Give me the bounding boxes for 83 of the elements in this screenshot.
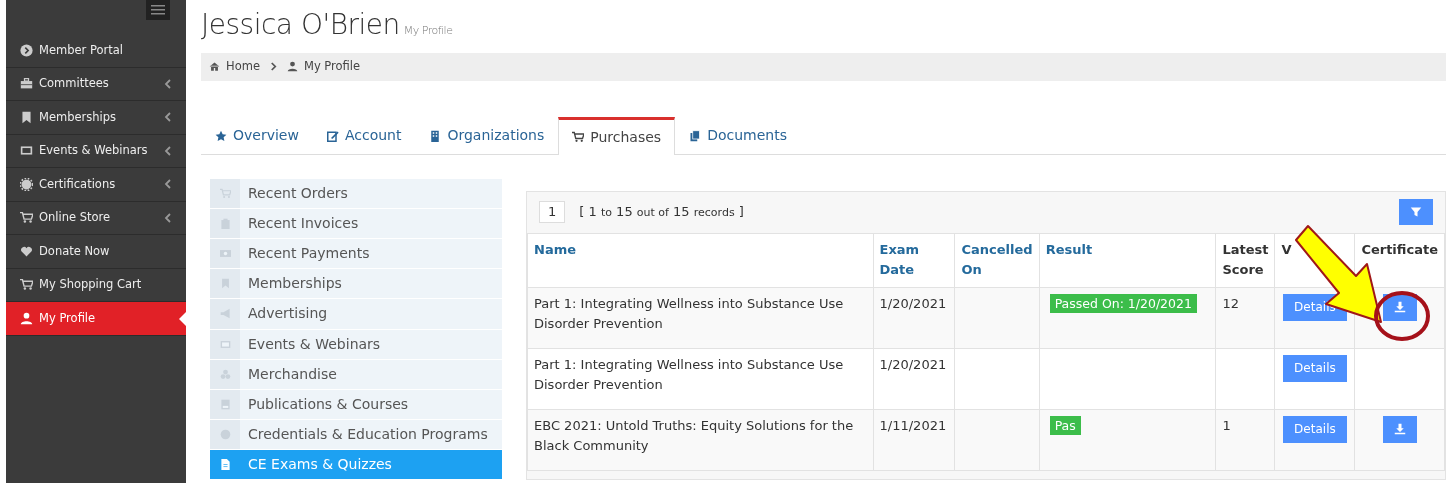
- cubes-icon: [219, 368, 231, 380]
- tab[interactable]: Organizations: [415, 116, 559, 154]
- sidebar-item[interactable]: Memberships: [6, 101, 186, 135]
- home-icon: [209, 61, 220, 73]
- filter-icon: [1410, 206, 1422, 219]
- sidebar-item[interactable]: Member Portal: [6, 34, 186, 68]
- menu-item[interactable]: Merchandise: [210, 359, 502, 390]
- result-status: Passed On: 1/20/2021: [1049, 293, 1197, 313]
- breadcrumb-link[interactable]: My Profile: [303, 57, 361, 76]
- document-icon: [219, 459, 231, 471]
- tab[interactable]: Purchases: [558, 116, 676, 155]
- table-cell: EBC 2021: Untold Truths: Equity Solutions for the Black Community: [527, 409, 874, 471]
- tab[interactable]: Documents: [675, 116, 801, 154]
- table-cell: Part 1: Integrating Wellness into Substance Use Disorder Prevention: [527, 348, 874, 410]
- gear-icon: [219, 429, 231, 441]
- ticket-icon: [219, 338, 231, 350]
- filter-button[interactable]: [1399, 199, 1433, 226]
- menu-item[interactable]: Memberships: [210, 269, 502, 300]
- menu-item[interactable]: Recent Invoices: [210, 208, 502, 239]
- building-icon: [429, 129, 442, 142]
- table-cell: 12: [1215, 287, 1275, 349]
- bookmark-icon: [219, 278, 231, 290]
- sidebar-item[interactable]: Online Store: [6, 201, 186, 235]
- page-number-field[interactable]: 1: [539, 201, 566, 223]
- ticket-icon: [20, 144, 33, 158]
- tab[interactable]: Overview: [201, 116, 313, 154]
- tab[interactable]: Account: [312, 116, 416, 154]
- book-icon: [219, 399, 231, 410]
- table-cell: Part 1: Integrating Wellness into Substance Use Disorder Prevention: [527, 287, 874, 349]
- edit-icon: [326, 129, 339, 142]
- banknote-icon: [219, 248, 231, 260]
- user-icon: [286, 61, 298, 73]
- download-icon: [1393, 423, 1406, 436]
- table-cell: 1/20/2021: [873, 287, 955, 349]
- sidebar-item[interactable]: Committees: [6, 67, 186, 101]
- star-icon: [215, 129, 227, 142]
- menu-item[interactable]: Recent Payments: [210, 238, 502, 270]
- chevron-left-icon: [164, 212, 172, 223]
- record-count: [ 1 to 15 out of 15 records ]: [579, 203, 744, 222]
- sidebar-item[interactable]: Donate Now: [6, 235, 186, 269]
- table-cell: 1: [1215, 409, 1275, 471]
- menu-item[interactable]: Advertising: [210, 299, 502, 330]
- briefcase-icon: [20, 77, 33, 91]
- result-status: Pas: [1049, 415, 1081, 435]
- menu-item[interactable]: Recent Orders: [210, 178, 502, 209]
- gear-icon: [20, 177, 33, 191]
- chevron-circle-icon: [20, 43, 33, 57]
- menu-icon[interactable]: [146, 0, 170, 20]
- documents-icon: [689, 129, 702, 142]
- cart-icon: [20, 211, 33, 225]
- chevron-right-icon: [269, 62, 277, 72]
- heart-icon: [20, 244, 33, 258]
- download-icon: [1393, 301, 1406, 314]
- sidebar-item[interactable]: Events & Webinars: [6, 134, 186, 168]
- megaphone-icon: [219, 308, 231, 320]
- cart-icon: [20, 278, 33, 292]
- column-header: Latest Score: [1215, 233, 1275, 288]
- user-icon: [20, 311, 33, 325]
- menu-item[interactable]: Events & Webinars: [210, 329, 502, 360]
- bookmark-icon: [20, 110, 33, 124]
- table-cell: 1/11/2021: [873, 409, 955, 471]
- column-header[interactable]: Name: [527, 233, 874, 288]
- menu-item[interactable]: Credentials & Education Programs: [210, 420, 502, 451]
- cart-icon: [219, 187, 231, 199]
- page-title: Jessica O'Brien: [201, 8, 400, 41]
- column-header[interactable]: Exam Date: [873, 233, 955, 288]
- sidebar-item[interactable]: Certifications: [6, 168, 186, 202]
- column-header: Certificate: [1354, 233, 1445, 288]
- column-header[interactable]: Cancelled On: [955, 233, 1040, 288]
- chevron-left-icon: [164, 179, 172, 190]
- cart-icon: [572, 131, 585, 144]
- menu-item[interactable]: Publications & Courses: [210, 389, 502, 421]
- selection-notch: [179, 312, 186, 326]
- highlight-circle: [1374, 291, 1430, 341]
- column-header[interactable]: Result: [1039, 233, 1216, 288]
- table-cell: 1/20/2021: [873, 348, 955, 410]
- chevron-left-icon: [164, 112, 172, 123]
- sidebar-item[interactable]: My Profile: [6, 302, 186, 336]
- page-subtitle: My Profile: [403, 24, 453, 37]
- breadcrumb-link[interactable]: Home: [226, 57, 260, 76]
- chevron-left-icon: [164, 78, 172, 89]
- chevron-left-icon: [164, 145, 172, 156]
- clipboard-icon: [219, 217, 231, 229]
